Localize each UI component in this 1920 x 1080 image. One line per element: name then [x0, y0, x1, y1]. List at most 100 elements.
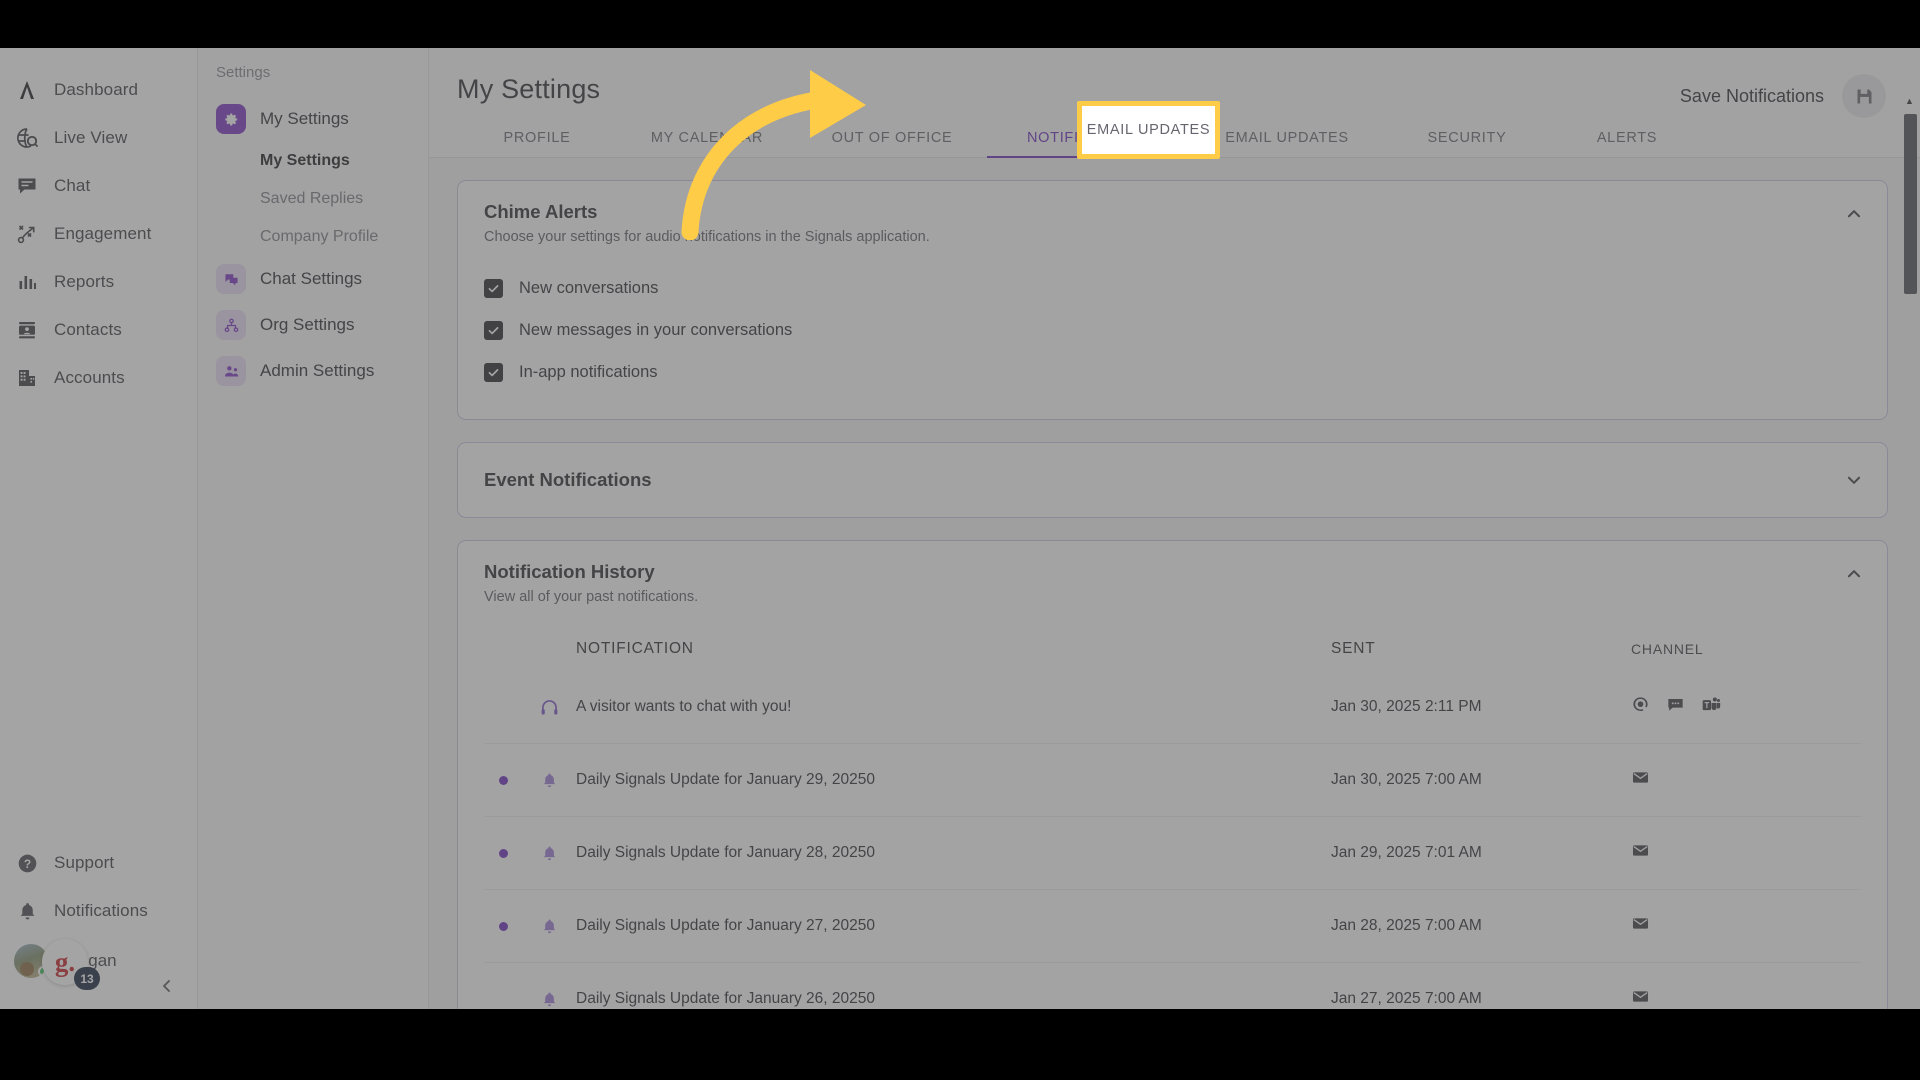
- email-icon: [1631, 841, 1650, 865]
- checkbox-new-messages[interactable]: New messages in your conversations: [484, 309, 1861, 351]
- sidebar-item-label: Accounts: [54, 368, 125, 387]
- chime-alerts-card: Chime Alerts Choose your settings for au…: [457, 180, 1888, 420]
- unread-dot: [498, 775, 508, 785]
- sidebar-item-label: Support: [54, 853, 115, 872]
- teams-icon: [1701, 695, 1721, 720]
- tab-my-calendar[interactable]: MY CALENDAR: [617, 130, 797, 158]
- sidebar-item-dashboard[interactable]: Dashboard: [0, 66, 198, 114]
- checkbox-label: New conversations: [519, 278, 659, 297]
- notification-channels: [1631, 695, 1861, 720]
- sidebar-item-chat[interactable]: Chat: [0, 162, 198, 210]
- notification-sent: Jan 30, 2025 7:00 AM: [1331, 771, 1482, 788]
- primary-nav-rail: Dashboard Live View Chat Engagement Repo…: [0, 48, 198, 1009]
- sms-bubble-icon: [1666, 695, 1685, 719]
- checkbox-label: In-app notifications: [519, 362, 658, 381]
- subnav-child-saved-replies[interactable]: Saved Replies: [198, 180, 429, 218]
- notification-channels: [1631, 841, 1861, 865]
- settings-subnav: Settings My Settings My Settings Saved R…: [198, 48, 429, 1009]
- table-row[interactable]: Daily Signals Update for January 26, 202…: [484, 963, 1861, 1009]
- sidebar-item-notifications[interactable]: Notifications: [0, 887, 198, 935]
- scrollbar-thumb[interactable]: [1904, 114, 1917, 294]
- primary-nav-list: Dashboard Live View Chat Engagement Repo…: [0, 66, 198, 402]
- sidebar-item-contacts[interactable]: Contacts: [0, 306, 198, 354]
- bell-icon: [522, 844, 576, 863]
- notification-sent: Jan 28, 2025 7:00 AM: [1331, 917, 1482, 934]
- checkmark-icon[interactable]: [484, 320, 503, 340]
- notification-sent: Jan 30, 2025 2:11 PM: [1331, 698, 1482, 715]
- svg-text:?: ?: [23, 856, 30, 870]
- sidebar-item-label: Engagement: [54, 224, 152, 243]
- sidebar-item-label: Notifications: [54, 901, 148, 920]
- tab-profile[interactable]: PROFILE: [457, 130, 617, 158]
- chevron-down-icon[interactable]: [1843, 469, 1865, 491]
- sidebar-item-label: Chat: [54, 176, 91, 195]
- engagement-path-icon: [14, 221, 40, 247]
- building-icon: [14, 365, 40, 391]
- subnav-group-label: My Settings: [260, 109, 349, 128]
- table-row[interactable]: Daily Signals Update for January 28, 202…: [484, 817, 1861, 890]
- primary-nav-bottom: ? Support Notifications Ngan g. 13: [0, 839, 198, 992]
- scroll-up-arrow-icon[interactable]: ▲: [1905, 96, 1914, 106]
- email-icon: [1631, 914, 1650, 938]
- sidebar-item-reports[interactable]: Reports: [0, 258, 198, 306]
- table-row[interactable]: Daily Signals Update for January 29, 202…: [484, 744, 1861, 817]
- subnav-item-chat-settings[interactable]: Chat Settings: [198, 256, 429, 302]
- subnav-child-my-settings[interactable]: My Settings: [198, 142, 429, 180]
- chime-alerts-subtitle: Choose your settings for audio notificat…: [484, 229, 930, 245]
- checkmark-icon[interactable]: [484, 278, 503, 298]
- column-header-channel: CHANNEL: [1631, 641, 1704, 657]
- checkbox-in-app-notifications[interactable]: In-app notifications: [484, 351, 1861, 393]
- headset-icon: [522, 697, 576, 718]
- question-circle-icon: ?: [14, 850, 40, 876]
- save-disk-icon[interactable]: [1842, 74, 1886, 118]
- table-row[interactable]: Daily Signals Update for January 27, 202…: [484, 890, 1861, 963]
- column-header-notification: NOTIFICATION: [576, 640, 694, 657]
- sidebar-item-label: Live View: [54, 128, 128, 147]
- table-row[interactable]: A visitor wants to chat with you! Jan 30…: [484, 671, 1861, 744]
- sidebar-item-label: Contacts: [54, 320, 122, 339]
- admin-settings-icon: [216, 356, 246, 386]
- checkmark-icon[interactable]: [484, 362, 503, 382]
- sidebar-item-label: Dashboard: [54, 80, 139, 99]
- unread-dot-slot: [484, 848, 522, 858]
- tab-alerts[interactable]: ALERTS: [1547, 130, 1707, 158]
- chevron-up-icon[interactable]: [1843, 203, 1865, 225]
- notification-channels: [1631, 914, 1861, 938]
- bell-icon: [522, 990, 576, 1009]
- sidebar-item-accounts[interactable]: Accounts: [0, 354, 198, 402]
- chime-alerts-title: Chime Alerts: [484, 201, 598, 222]
- sidebar-item-support[interactable]: ? Support: [0, 839, 198, 887]
- subnav-item-org-settings[interactable]: Org Settings: [198, 302, 429, 348]
- bar-chart-icon: [14, 269, 40, 295]
- highlighted-tab-label: EMAIL UPDATES: [1086, 122, 1211, 138]
- chat-settings-icon: [216, 264, 246, 294]
- event-notifications-header: Event Notifications: [458, 443, 1887, 517]
- tab-security[interactable]: SECURITY: [1387, 130, 1547, 158]
- page-title: My Settings: [457, 74, 601, 104]
- subnav-list: My Settings My Settings Saved Replies Co…: [198, 96, 429, 394]
- unread-dot-slot: [484, 921, 522, 931]
- subnav-group-label: Chat Settings: [260, 269, 363, 288]
- chevron-up-icon[interactable]: [1843, 563, 1865, 585]
- sidebar-item-live-view[interactable]: Live View: [0, 114, 198, 162]
- application-window: Dashboard Live View Chat Engagement Repo…: [0, 48, 1920, 1009]
- email-icon: [1631, 987, 1650, 1009]
- chime-alerts-options: New conversations New messages in your c…: [458, 245, 1887, 419]
- bell-icon: [14, 898, 40, 924]
- unread-dot: [498, 921, 508, 931]
- sidebar-item-engagement[interactable]: Engagement: [0, 210, 198, 258]
- notification-history-table: NOTIFICATION SENT CHANNEL A visitor want…: [458, 605, 1887, 1009]
- subnav-item-my-settings[interactable]: My Settings: [198, 96, 429, 142]
- notification-text: Daily Signals Update for January 26, 202…: [576, 990, 875, 1007]
- contact-card-icon: [14, 317, 40, 343]
- subnav-title: Settings: [216, 64, 271, 81]
- checkbox-new-conversations[interactable]: New conversations: [484, 267, 1861, 309]
- annotation-highlight-email-updates: EMAIL UPDATES: [1077, 101, 1220, 159]
- collapse-sidebar-button[interactable]: [154, 973, 180, 999]
- subnav-child-company-profile[interactable]: Company Profile: [198, 218, 429, 256]
- vertical-scrollbar[interactable]: ▲: [1904, 96, 1917, 1006]
- notification-text: A visitor wants to chat with you!: [576, 698, 792, 715]
- subnav-item-admin-settings[interactable]: Admin Settings: [198, 348, 429, 394]
- save-notifications-button[interactable]: Save Notifications: [1680, 74, 1886, 118]
- tab-out-of-office[interactable]: OUT OF OFFICE: [797, 130, 987, 158]
